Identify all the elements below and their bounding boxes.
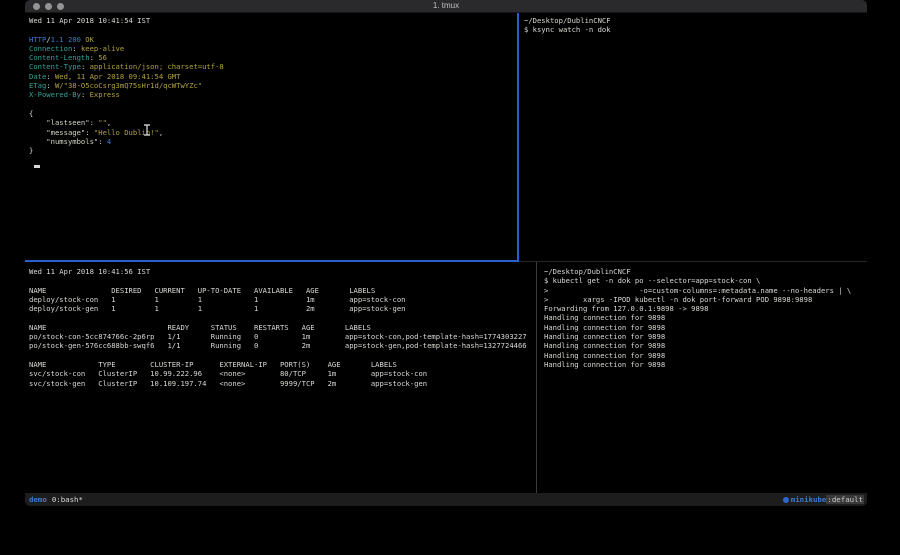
terminal-line: NAME TYPE CLUSTER-IP EXTERNAL-IP PORT(S)… [29,360,534,369]
tmux-terminal: Wed 11 Apr 2018 10:41:54 IST HTTP/1.1 200… [25,13,867,493]
terminal-line: Handling connection for 9898 [544,360,865,369]
terminal-line: Handling connection for 9898 [544,332,865,341]
terminal-line: NAME READY STATUS RESTARTS AGE LABELS [29,323,534,332]
desktop: 1. tmux Wed 11 Apr 2018 10:41:54 IST HTTP… [0,0,900,555]
terminal-line: ~/Desktop/DublinCNCF [524,16,865,25]
terminal-line: Date: Wed, 11 Apr 2018 09:41:54 GMT [29,72,515,81]
terminal-line: Handling connection for 9898 [544,313,865,322]
terminal-line: > xargs -IPOD kubectl -n dok port-forwar… [544,295,865,304]
terminal-line: HTTP/1.1 200 OK [29,35,515,44]
terminal-line: Handling connection for 9898 [544,323,865,332]
terminal-line: Wed 11 Apr 2018 10:41:54 IST [29,16,515,25]
terminal-line: Handling connection for 9898 [544,351,865,360]
terminal-line: deploy/stock-con 1 1 1 1 1m app=stock-co… [29,295,534,304]
kube-namespace: :default [826,495,864,504]
terminal-line: svc/stock-gen ClusterIP 10.109.197.74 <n… [29,379,534,388]
terminal-line: > -o=custom-columns=:metadata.name --no-… [544,286,865,295]
window-tab-bash[interactable]: 0:bash* [52,495,83,504]
pane-port-forward[interactable]: ~/Desktop/DublinCNCF$ kubectl get -n dok… [540,262,867,493]
active-pane-border-horizontal[interactable] [25,260,519,262]
pane-border-vertical[interactable] [536,262,537,493]
terminal-line: Handling connection for 9898 [544,341,865,350]
terminal-line: X-Powered-By: Express [29,90,515,99]
pane-kubectl-get[interactable]: Wed 11 Apr 2018 10:41:56 IST NAME DESIRED… [25,262,536,493]
window-title: 1. tmux [25,1,867,10]
active-pane-border-vertical[interactable] [517,13,519,262]
terminal-line: NAME DESIRED CURRENT UP-TO-DATE AVAILABL… [29,286,534,295]
pane-ksync-watch[interactable]: ~/Desktop/DublinCNCF$ ksync watch -n dok [521,13,867,260]
kube-context-status: minikube :default [783,495,864,504]
terminal-window: 1. tmux Wed 11 Apr 2018 10:41:54 IST HTTP… [25,0,867,506]
terminal-line [29,25,515,34]
terminal-line: $ ksync watch -n dok [524,25,865,34]
terminal-line: $ kubectl get -n dok po --selector=app=s… [544,276,865,285]
terminal-line: ~/Desktop/DublinCNCF [544,267,865,276]
terminal-line: po/stock-gen-576cc688bb-swqf6 1/1 Runnin… [29,341,534,350]
terminal-line: "lastseen": "", [29,118,515,127]
terminal-line: Wed 11 Apr 2018 10:41:56 IST [29,267,534,276]
kubernetes-helm-icon [783,497,789,503]
terminal-line [29,276,534,285]
terminal-line: "message": "Hello Dublin!", [29,128,515,137]
ibeam-mouse-cursor [143,124,151,136]
terminal-line [29,351,534,360]
pane-http-response[interactable]: Wed 11 Apr 2018 10:41:54 IST HTTP/1.1 200… [25,13,517,260]
terminal-line: deploy/stock-gen 1 1 1 1 2m app=stock-ge… [29,304,534,313]
kube-context-name: minikube [791,495,827,504]
session-name: demo [29,495,47,504]
terminal-line: Content-Type: application/json; charset=… [29,62,515,71]
terminal-line: "numsymbols": 4 [29,137,515,146]
terminal-line: Forwarding from 127.0.0.1:9898 -> 9898 [544,304,865,313]
terminal-line: ETag: W/"38-O5coCsrg3mQ75sHr1d/qcWTwYZc" [29,81,515,90]
terminal-line: Content-Length: 56 [29,53,515,62]
terminal-line: svc/stock-con ClusterIP 10.99.222.96 <no… [29,369,534,378]
window-titlebar[interactable]: 1. tmux [25,0,867,13]
terminal-cursor [34,165,40,168]
terminal-line: { [29,109,515,118]
terminal-line: Connection: keep-alive [29,44,515,53]
terminal-line [29,100,515,109]
terminal-line: } [29,146,515,155]
tmux-status-bar: demo 0:bash* minikube :default [25,493,867,506]
terminal-line [29,313,534,322]
pane-border-horizontal[interactable] [519,261,867,262]
terminal-line: po/stock-con-5cc874766c-2p6rp 1/1 Runnin… [29,332,534,341]
